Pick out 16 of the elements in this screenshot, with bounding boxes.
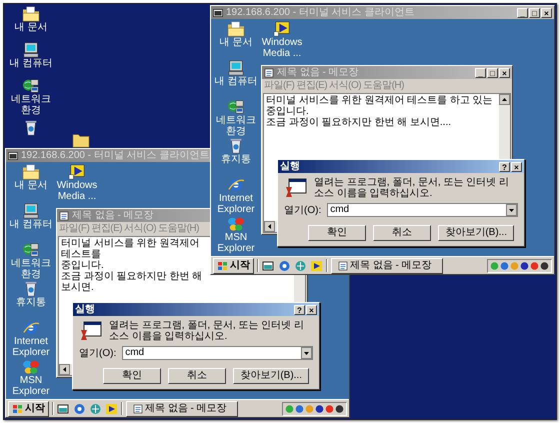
- window-title: 192.168.6.200 - 터미널 서비스 클라이언트: [21, 150, 210, 162]
- dialog-title: 실행: [75, 304, 95, 316]
- prompt-text: 열려는 프로그램, 폴더, 문서, 또는 인터넷 리소스 이름을 입력하십시오.: [109, 320, 306, 342]
- window-title: 제목 없음 - 메모장: [277, 66, 359, 78]
- prompt-text: 열려는 프로그램, 폴더, 문서, 또는 인터넷 리소스 이름을 입력하십시오.: [314, 177, 510, 199]
- text-line: 터미널 서비스를 위한 원격제어 테스트를 하고 있는: [266, 95, 494, 106]
- field-label: 열기(O):: [79, 347, 116, 360]
- text-line: 중입니다.: [266, 106, 310, 117]
- window-title: 192.168.6.200 - 터미널 서비스 클라이언트: [226, 6, 414, 18]
- text-line: 조금 과정이 필요하지만 한번 해 보시면.: [61, 271, 204, 293]
- field-label: 열기(O):: [284, 204, 322, 217]
- window-title: 제목 없음 - 메모장: [72, 210, 154, 222]
- text-line: 중입니다.: [61, 260, 105, 271]
- text-line: 터미널 서비스를 위한 원격제어 테스트를: [61, 238, 200, 260]
- dialog-title: 실행: [280, 160, 300, 172]
- text-line: 조금 과정이 필요하지만 한번 해 보시면....: [266, 117, 452, 128]
